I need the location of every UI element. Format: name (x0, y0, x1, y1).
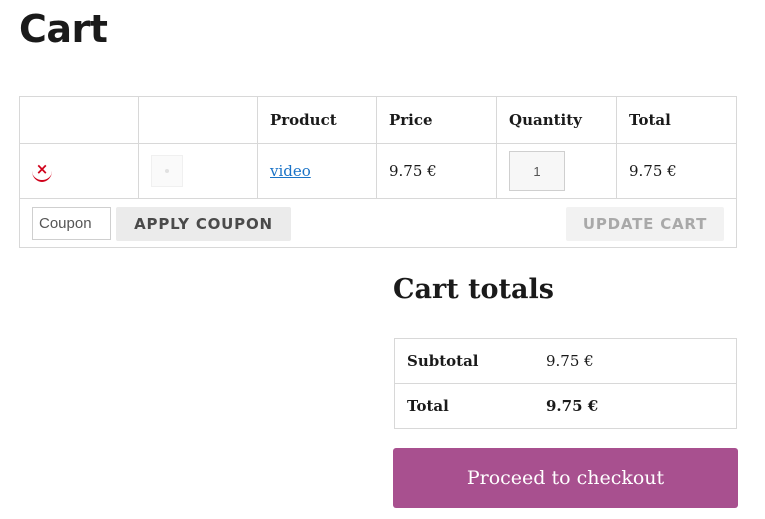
page-title: Cart (19, 7, 108, 51)
col-header-remove (19, 96, 139, 144)
subtotal-value: 9.75 € (534, 338, 737, 384)
cart-actions: APPLY COUPON UPDATE CART (32, 199, 724, 247)
cart-totals-heading: Cart totals (393, 274, 554, 305)
cart-table: Product Price Quantity Total × video 9.7… (19, 96, 737, 248)
cart-item-row: × video 9.75 € 9.75 € (19, 143, 737, 199)
proceed-to-checkout-button[interactable]: Proceed to checkout (393, 448, 738, 508)
cart-actions-cell: APPLY COUPON UPDATE CART (19, 198, 737, 248)
col-header-price: Price (376, 96, 497, 144)
price-cell: 9.75 € (376, 143, 497, 199)
quantity-input[interactable] (509, 151, 565, 191)
product-cell: video (257, 143, 377, 199)
subtotal-row: Subtotal 9.75 € (394, 338, 737, 384)
update-cart-button[interactable]: UPDATE CART (566, 207, 724, 241)
apply-coupon-button[interactable]: APPLY COUPON (116, 207, 291, 241)
thumbnail-cell (138, 143, 258, 199)
product-link[interactable]: video (270, 162, 311, 180)
total-cell: 9.75 € (616, 143, 737, 199)
cart-totals-table: Subtotal 9.75 € Total 9.75 € (394, 338, 737, 429)
total-row: Total 9.75 € (394, 383, 737, 429)
total-label: Total (394, 383, 534, 429)
col-header-total: Total (616, 96, 737, 144)
product-thumbnail[interactable] (151, 155, 183, 187)
subtotal-label: Subtotal (394, 338, 534, 384)
col-header-quantity: Quantity (496, 96, 617, 144)
coupon-input[interactable] (32, 207, 111, 240)
remove-cell: × (19, 143, 139, 199)
cart-actions-row: APPLY COUPON UPDATE CART (19, 198, 737, 248)
total-value: 9.75 € (534, 383, 737, 429)
col-header-product: Product (257, 96, 377, 144)
cart-table-header-row: Product Price Quantity Total (19, 96, 737, 144)
quantity-cell (496, 143, 617, 199)
close-icon[interactable]: × (32, 160, 52, 182)
col-header-thumbnail (138, 96, 258, 144)
